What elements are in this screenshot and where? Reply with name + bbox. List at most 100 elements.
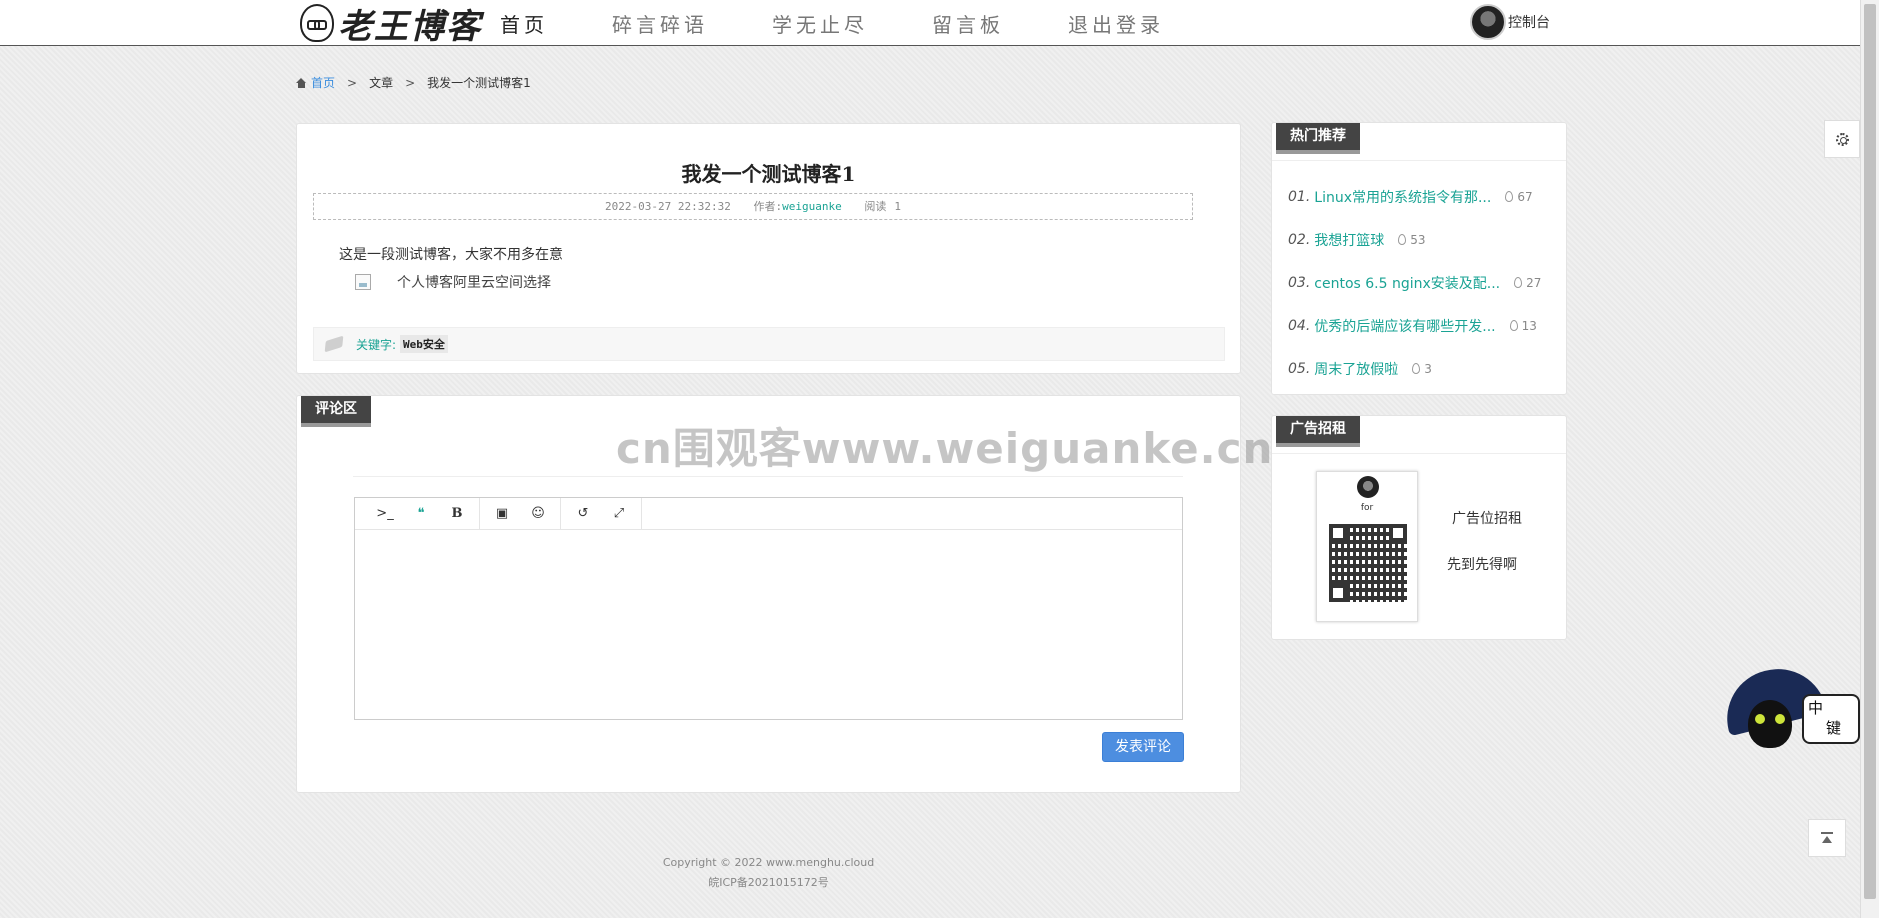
divider — [353, 476, 1183, 477]
hot-count-value: 67 — [1517, 189, 1533, 204]
settings-button[interactable] — [1824, 120, 1860, 158]
breadcrumb-home[interactable]: 首页 — [311, 74, 335, 91]
nav-notes[interactable]: 碎言碎语 — [612, 9, 708, 38]
console-link[interactable]: 控制台 — [1508, 12, 1550, 32]
hot-list: 01. Linux常用的系统指令有那... 67 02. 我想打篮球 53 03… — [1272, 161, 1566, 390]
hot-post-link[interactable]: 我想打篮球 — [1314, 230, 1384, 250]
hot-count: 3 — [1412, 362, 1432, 376]
breadcrumb-separator: > — [347, 75, 358, 90]
list-item: 05. 周末了放假啦 3 — [1288, 347, 1566, 390]
hot-count: 67 — [1505, 189, 1533, 204]
article-date: 2022-03-27 22:32:32 — [605, 200, 731, 213]
gear-icon — [1835, 132, 1849, 146]
keyword-tag[interactable]: Web安全 — [400, 335, 448, 353]
list-item: 04. 优秀的后端应该有哪些开发... 13 — [1288, 304, 1566, 347]
editor-toolbar: >_ ❝ B ▣ ☺ ↺ ⤢ — [355, 497, 1182, 530]
top-navbar: 老王博客 首页 碎言碎语 学无止尽 留言板 退出登录 控制台 — [0, 0, 1860, 47]
hot-count: 13 — [1509, 318, 1537, 333]
avatar — [1357, 476, 1379, 498]
watermark: cn围观客www.weiguanke.cn — [616, 424, 1274, 473]
qr-finder — [1329, 524, 1347, 542]
hot-count: 53 — [1398, 232, 1426, 247]
hot-post-link[interactable]: Linux常用的系统指令有那... — [1314, 187, 1491, 207]
author-link[interactable]: weiguanke — [782, 200, 842, 213]
breadcrumb-current: 我发一个测试博客1 — [427, 76, 531, 90]
fullscreen-icon[interactable]: ⤢ — [601, 506, 637, 521]
footer: Copyright © 2022 www.menghu.cloud 皖ICP备2… — [296, 853, 1241, 893]
hot-header: 热门推荐 — [1272, 123, 1566, 161]
logo-face-icon — [300, 4, 334, 42]
list-item: 01. Linux常用的系统指令有那... 67 — [1288, 175, 1566, 218]
nav-learning[interactable]: 学无止尽 — [772, 9, 868, 38]
breadcrumb: 首页 > 文章 > 我发一个测试博客1 — [296, 74, 531, 91]
broken-image-icon — [355, 274, 371, 290]
hot-count-value: 13 — [1521, 318, 1537, 333]
nav-logout[interactable]: 退出登录 — [1068, 9, 1164, 38]
fire-icon — [1505, 191, 1514, 202]
ime-mascot[interactable]: 中 键 — [1716, 658, 1862, 770]
hot-title: 热门推荐 — [1276, 123, 1360, 154]
quote-icon[interactable]: ❝ — [403, 506, 439, 521]
bold-icon[interactable]: B — [439, 506, 475, 521]
fire-icon — [1398, 234, 1407, 245]
hot-post-link[interactable]: 周末了放假啦 — [1314, 359, 1398, 379]
hot-rank: 04. — [1288, 317, 1311, 334]
hot-post-link[interactable]: 优秀的后端应该有哪些开发... — [1314, 316, 1495, 336]
hot-count: 27 — [1514, 276, 1541, 290]
site-logo[interactable]: 老王博客 — [300, 2, 482, 47]
keywords-label: 关键字: — [356, 337, 397, 352]
cat-icon — [1748, 700, 1792, 748]
ad-line-1: 广告位招租 — [1452, 511, 1522, 527]
toolbar-separator — [560, 497, 561, 530]
article-reads-wrap: 阅读 1 — [864, 200, 901, 213]
breadcrumb-articles[interactable]: 文章 — [369, 74, 393, 91]
tag-icon — [324, 335, 344, 353]
ime-status[interactable]: 中 键 — [1802, 694, 1860, 744]
avatar[interactable] — [1470, 4, 1506, 40]
article-body: 这是一段测试博客，大家不用多在意 — [339, 247, 563, 263]
hot-post-link[interactable]: centos 6.5 nginx安装及配... — [1314, 273, 1500, 293]
terminal-icon[interactable]: >_ — [367, 506, 403, 521]
read-label: 阅读 — [864, 200, 887, 213]
image-icon[interactable]: ▣ — [484, 506, 520, 521]
nav-guestbook[interactable]: 留言板 — [932, 9, 1004, 38]
nav-home[interactable]: 首页 — [500, 9, 548, 38]
qr-code-icon — [1329, 524, 1407, 602]
article-card: 我发一个测试博客1 2022-03-27 22:32:32 作者:weiguan… — [296, 123, 1241, 374]
arrow-up-icon — [1821, 832, 1833, 844]
author-label: 作者: — [753, 200, 783, 213]
scrollbar-thumb[interactable] — [1864, 4, 1876, 899]
back-to-top-button[interactable] — [1808, 819, 1846, 857]
comment-textarea[interactable] — [355, 530, 1182, 718]
qr-finder — [1389, 524, 1407, 542]
toolbar-separator — [641, 497, 642, 530]
qr-code-card[interactable]: for — [1316, 471, 1418, 622]
ime-char-1: 中 — [1808, 699, 1824, 717]
hot-rank: 01. — [1288, 188, 1311, 205]
toolbar-separator — [479, 497, 480, 530]
hot-count-value: 3 — [1424, 361, 1432, 376]
user-area[interactable]: 控制台 — [1470, 4, 1550, 40]
ad-line-2: 先到先得啊 — [1447, 557, 1517, 573]
read-count: 1 — [894, 200, 901, 213]
page-scrollbar[interactable] — [1860, 0, 1879, 918]
fire-icon — [1509, 320, 1518, 331]
emoji-icon[interactable]: ☺ — [520, 506, 556, 521]
article-image-alt: 个人博客阿里云空间选择 — [397, 275, 551, 291]
ad-title: 广告招租 — [1276, 416, 1360, 447]
submit-comment-button[interactable]: 发表评论 — [1102, 732, 1184, 762]
footer-icp[interactable]: 皖ICP备2021015172号 — [296, 873, 1241, 893]
home-icon — [296, 77, 307, 88]
article-meta: 2022-03-27 22:32:32 作者:weiguanke 阅读 1 — [313, 193, 1193, 220]
footer-copyright: Copyright © 2022 www.menghu.cloud — [662, 856, 875, 869]
comment-editor: >_ ❝ B ▣ ☺ ↺ ⤢ — [354, 497, 1183, 720]
hot-recommend-card: 热门推荐 01. Linux常用的系统指令有那... 67 02. 我想打篮球 … — [1271, 122, 1567, 395]
qr-finder — [1329, 584, 1347, 602]
fire-icon — [1412, 363, 1421, 374]
hot-count-value: 53 — [1410, 232, 1426, 247]
ad-card: 广告招租 for 广告位招租 先到先得啊 — [1271, 415, 1567, 640]
keyword-bar: 关键字: Web安全 — [313, 327, 1225, 361]
fire-icon — [1514, 277, 1523, 288]
hot-rank: 03. — [1288, 274, 1311, 291]
undo-icon[interactable]: ↺ — [565, 506, 601, 521]
